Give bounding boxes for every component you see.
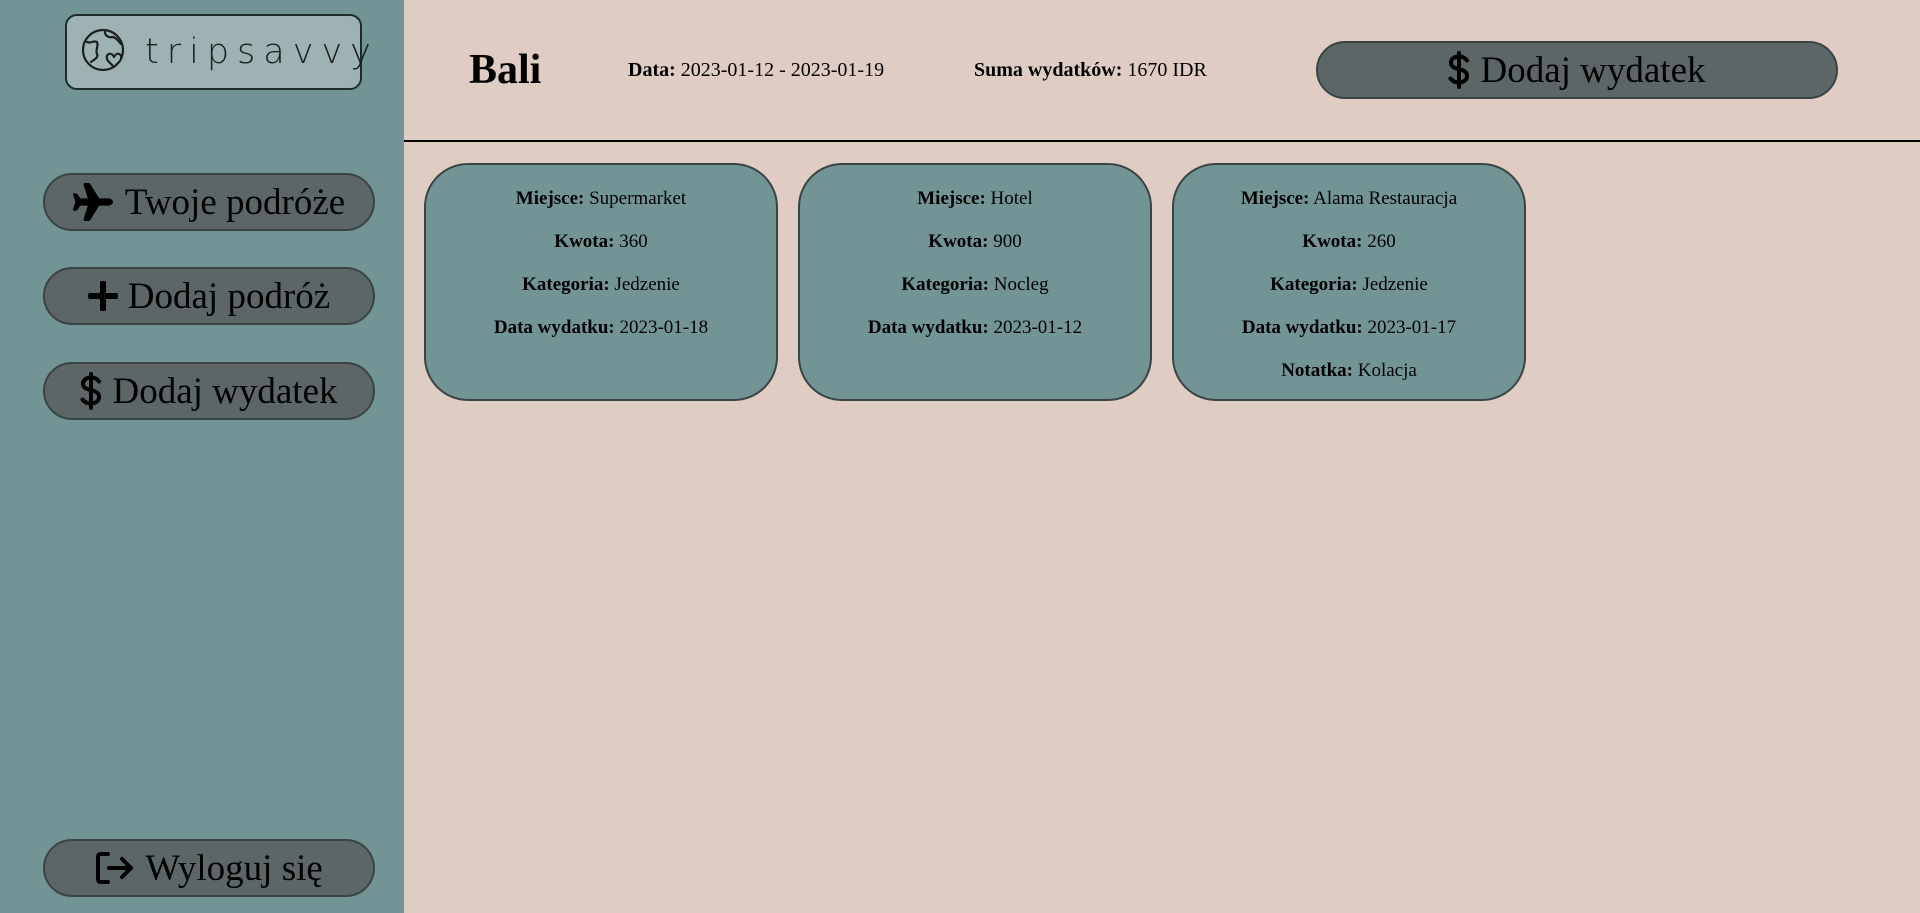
- globe-heart-icon: [79, 25, 131, 79]
- expense-card[interactable]: Miejsce: Supermarket Kwota: 360 Kategori…: [424, 163, 778, 401]
- logo[interactable]: tripsavvy: [65, 14, 371, 90]
- expense-date-value: 2023-01-17: [1367, 317, 1457, 338]
- sidebar-item-label: Twoje podróże: [124, 181, 346, 223]
- expense-place-label: Miejsce:: [515, 188, 585, 209]
- trip-dates-value: 2023-01-12 - 2023-01-19: [680, 59, 885, 81]
- expense-date-label: Data wydatku:: [867, 317, 989, 338]
- expense-place-label: Miejsce:: [1240, 188, 1310, 209]
- expense-amount-label: Kwota:: [1302, 231, 1363, 252]
- sidebar-item-label: Dodaj wydatek: [112, 370, 338, 412]
- expense-place-value: Alama Restauracja: [1313, 188, 1458, 209]
- expense-date-label: Data wydatku:: [1241, 317, 1363, 338]
- expense-note-value: Kolacja: [1357, 360, 1417, 381]
- expense-category-value: Jedzenie: [614, 274, 680, 295]
- expense-date-value: 2023-01-18: [619, 317, 709, 338]
- sidebar-item-your-trips[interactable]: Twoje podróże: [43, 173, 375, 231]
- expense-category-label: Kategoria:: [901, 274, 989, 295]
- expense-category-value: Nocleg: [993, 274, 1049, 295]
- logo-text: tripsavvy: [145, 31, 379, 72]
- logout-label: Wyloguj się: [145, 847, 323, 889]
- expense-place: Miejsce: Alama Restauracja: [1174, 187, 1524, 230]
- expense-amount-label: Kwota:: [928, 231, 989, 252]
- sidebar-item-add-expense[interactable]: Dodaj wydatek: [43, 362, 375, 420]
- expense-note-label: Notatka:: [1281, 360, 1353, 381]
- expense-category: Kategoria: Nocleg: [800, 273, 1150, 316]
- expense-place-value: Supermarket: [589, 188, 687, 209]
- expenses-total-label: Suma wydatków:: [974, 59, 1123, 81]
- add-expense-button[interactable]: Dodaj wydatek: [1316, 41, 1838, 99]
- expense-amount-value: 900: [993, 231, 1022, 252]
- trip-dates: Data: 2023-01-12 - 2023-01-19: [628, 58, 884, 82]
- sidebar-item-add-trip[interactable]: Dodaj podróż: [43, 267, 375, 325]
- logout-icon: [95, 851, 135, 885]
- expense-card[interactable]: Miejsce: Hotel Kwota: 900 Kategoria: Noc…: [798, 163, 1152, 401]
- dollar-icon: [80, 372, 102, 410]
- plane-icon: [72, 183, 115, 221]
- sidebar-item-label: Dodaj podróż: [127, 275, 331, 317]
- expense-category: Kategoria: Jedzenie: [426, 273, 776, 316]
- sidebar: tripsavvy Twoje podróże Dodaj podróż Dod…: [0, 0, 404, 913]
- trip-header: Bali Data: 2023-01-12 - 2023-01-19 Suma …: [404, 0, 1920, 142]
- plus-icon: [87, 281, 118, 311]
- expense-category-label: Kategoria:: [1270, 274, 1358, 295]
- expense-amount-value: 260: [1367, 231, 1396, 252]
- expense-card[interactable]: Miejsce: Alama Restauracja Kwota: 260 Ka…: [1172, 163, 1526, 401]
- trip-dates-label: Data:: [628, 59, 676, 81]
- expense-place-value: Hotel: [990, 188, 1033, 209]
- expense-category: Kategoria: Jedzenie: [1174, 273, 1524, 316]
- expense-category-value: Jedzenie: [1362, 274, 1428, 295]
- expense-amount-label: Kwota:: [554, 231, 615, 252]
- expense-place: Miejsce: Hotel: [800, 187, 1150, 230]
- expense-category-label: Kategoria:: [522, 274, 610, 295]
- expense-amount: Kwota: 360: [426, 230, 776, 273]
- expense-amount-value: 360: [619, 231, 648, 252]
- add-expense-label: Dodaj wydatek: [1480, 49, 1706, 91]
- expense-date: Data wydatku: 2023-01-17: [1174, 316, 1524, 359]
- expense-note: Notatka: Kolacja: [1174, 359, 1524, 402]
- logout-button[interactable]: Wyloguj się: [43, 839, 375, 897]
- dollar-icon: [1448, 51, 1470, 89]
- expenses-total-value: 1670 IDR: [1127, 59, 1207, 81]
- page-title: Bali: [469, 47, 542, 93]
- expense-place: Miejsce: Supermarket: [426, 187, 776, 230]
- app-root: tripsavvy Twoje podróże Dodaj podróż Dod…: [0, 0, 1920, 913]
- expense-date-label: Data wydatku:: [493, 317, 615, 338]
- expense-amount: Kwota: 900: [800, 230, 1150, 273]
- expense-place-label: Miejsce:: [917, 188, 986, 209]
- expense-date-value: 2023-01-12: [993, 317, 1083, 338]
- expenses-total: Suma wydatków: 1670 IDR: [974, 58, 1207, 82]
- expense-amount: Kwota: 260: [1174, 230, 1524, 273]
- expense-date: Data wydatku: 2023-01-18: [426, 316, 776, 359]
- expense-date: Data wydatku: 2023-01-12: [800, 316, 1150, 359]
